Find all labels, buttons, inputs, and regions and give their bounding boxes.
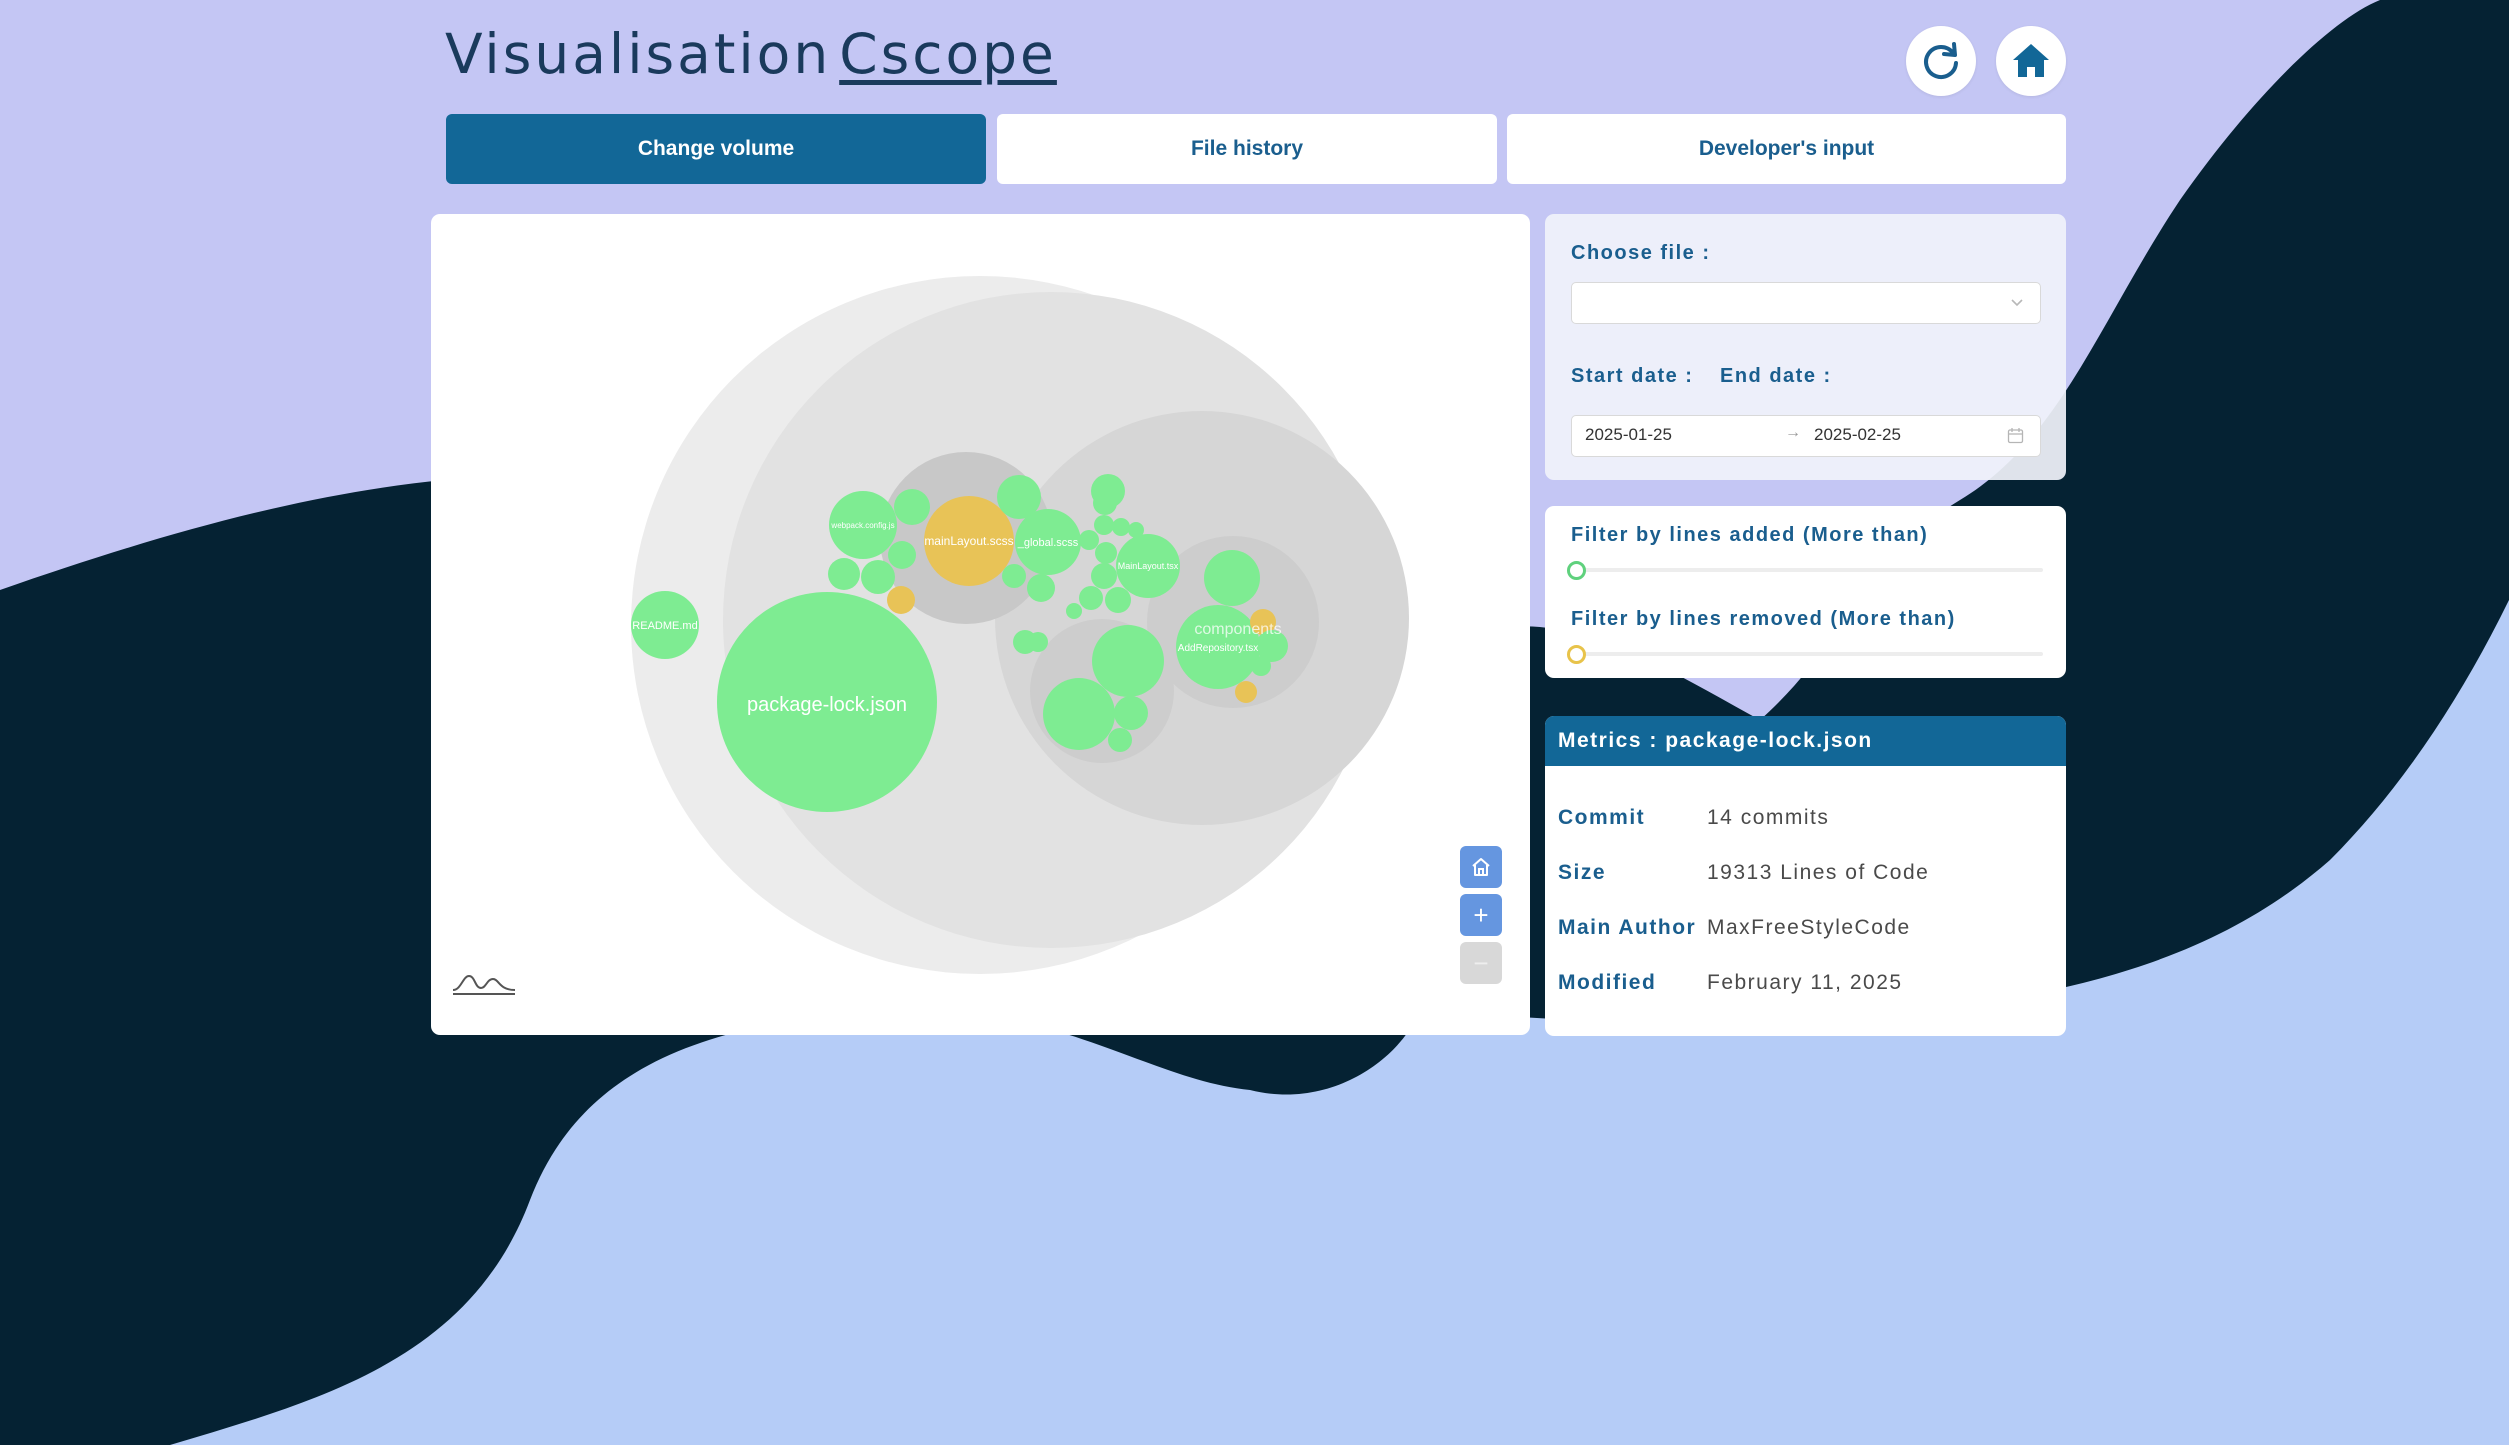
metric-value-commit: 14 commits xyxy=(1707,806,1830,829)
metric-label-main-author: Main Author xyxy=(1558,916,1697,939)
home-button[interactable] xyxy=(1996,26,2066,96)
chevron-down-icon xyxy=(2011,299,2023,307)
file-small xyxy=(1091,563,1117,589)
label-global-scss: _global.scss xyxy=(1017,537,1079,549)
label-components: components xyxy=(1194,621,1281,638)
view-tabs: Change volume File history Developer's i… xyxy=(446,114,2066,184)
file-small xyxy=(1093,491,1117,515)
metric-value-main-author: MaxFreeStyleCode xyxy=(1707,916,1911,939)
file-small xyxy=(1204,550,1260,606)
zoom-in-button[interactable]: + xyxy=(1460,894,1502,936)
file-small xyxy=(1112,518,1130,536)
file-small xyxy=(894,489,930,525)
label-webpack-config: webpack.config.js xyxy=(830,521,894,530)
start-date-input[interactable]: 2025-01-25 xyxy=(1585,425,1755,445)
app-title-prefix: Visualisation xyxy=(445,22,832,86)
tab-change-volume[interactable]: Change volume xyxy=(446,114,986,184)
metric-label-modified: Modified xyxy=(1558,971,1657,994)
file-small xyxy=(1095,542,1117,564)
lines-added-handle[interactable] xyxy=(1567,561,1586,580)
lines-removed-label: Filter by lines removed (More than) xyxy=(1571,608,1956,630)
file-small xyxy=(1079,586,1103,610)
refresh-icon xyxy=(1924,42,1958,80)
file-small xyxy=(1027,574,1055,602)
home-icon xyxy=(1472,858,1490,876)
circle-pack-chart[interactable]: package-lock.json README.md mainLayout.s… xyxy=(431,214,1530,1035)
file-small xyxy=(1028,632,1048,652)
file-small xyxy=(1002,564,1026,588)
circle-pack-panel: package-lock.json README.md mainLayout.s… xyxy=(431,214,1530,1035)
choose-file-label: Choose file : xyxy=(1571,242,1711,264)
end-date-input[interactable]: 2025-02-25 xyxy=(1814,425,1984,445)
lines-removed-slider[interactable] xyxy=(1575,652,2043,656)
file-small xyxy=(861,560,895,594)
file-modified-small xyxy=(887,586,915,614)
app-title-brand[interactable]: Cscope xyxy=(839,22,1057,86)
file-change-volume-page xyxy=(1092,625,1164,697)
lines-added-label: Filter by lines added (More than) xyxy=(1571,524,1929,546)
file-small xyxy=(1094,515,1114,535)
file-small xyxy=(1079,530,1099,550)
zoom-out-button[interactable]: − xyxy=(1460,942,1502,984)
zoom-reset-button[interactable] xyxy=(1460,846,1502,888)
calendar-icon xyxy=(2007,428,2024,444)
tab-file-history[interactable]: File history xyxy=(997,114,1497,184)
file-small xyxy=(1114,696,1148,730)
metrics-title: Metrics : package-lock.json xyxy=(1545,716,2066,766)
file-small xyxy=(1251,656,1271,676)
file-small xyxy=(888,541,916,569)
start-date-label: Start date : xyxy=(1571,365,1694,387)
app-title: Visualisation Cscope xyxy=(445,22,1057,86)
metric-label-commit: Commit xyxy=(1558,806,1646,829)
home-icon xyxy=(2013,44,2049,77)
label-main-layout-scss: mainLayout.scss xyxy=(924,534,1013,548)
label-package-lock: package-lock.json xyxy=(747,694,907,716)
tab-developers-input[interactable]: Developer's input xyxy=(1507,114,2066,184)
file-pages-file xyxy=(1043,678,1115,750)
end-date-label: End date : xyxy=(1720,365,1832,387)
file-small xyxy=(828,558,860,590)
label-main-layout-tsx: MainLayout.tsx xyxy=(1118,561,1179,571)
lines-added-slider[interactable] xyxy=(1575,568,2043,572)
label-add-repository: AddRepository.tsx xyxy=(1178,643,1258,654)
wave-logo-icon xyxy=(452,974,516,995)
refresh-button[interactable] xyxy=(1906,26,1976,96)
lines-removed-handle[interactable] xyxy=(1567,645,1586,664)
choose-file-select[interactable] xyxy=(1571,282,2041,324)
file-filter-card: Choose file : Start date : End date : 20… xyxy=(1545,214,2066,480)
file-small xyxy=(1108,728,1132,752)
file-small xyxy=(1066,603,1082,619)
metric-value-size: 19313 Lines of Code xyxy=(1707,861,1930,884)
date-range-picker[interactable]: 2025-01-25 → 2025-02-25 xyxy=(1571,415,2041,457)
metric-label-size: Size xyxy=(1558,861,1607,884)
metrics-card: Metrics : package-lock.json Commit 14 co… xyxy=(1545,716,2066,1036)
file-modified-small xyxy=(1235,681,1257,703)
metric-value-modified: February 11, 2025 xyxy=(1707,971,1903,994)
file-small xyxy=(1105,587,1131,613)
file-small xyxy=(997,475,1041,519)
lines-filter-card: Filter by lines added (More than) Filter… xyxy=(1545,506,2066,678)
date-range-arrow-icon: → xyxy=(1785,424,1801,441)
label-readme: README.md xyxy=(632,620,697,632)
